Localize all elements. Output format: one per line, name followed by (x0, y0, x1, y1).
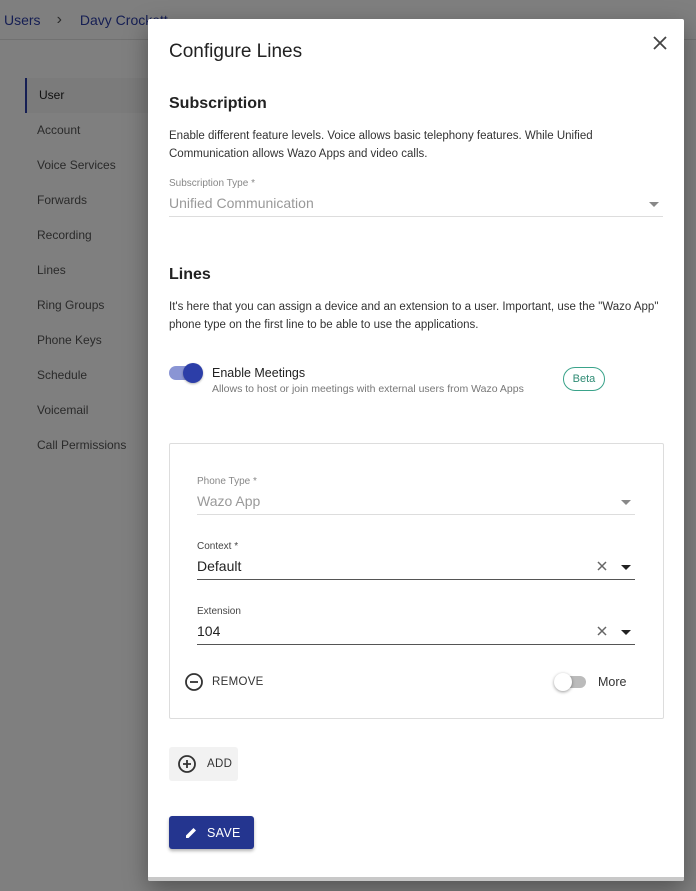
close-icon (653, 36, 667, 50)
context-value: Default (197, 558, 242, 574)
clear-icon[interactable] (595, 559, 609, 573)
subscription-heading: Subscription (169, 95, 267, 112)
minus-circle-icon (185, 673, 203, 691)
pencil-icon (186, 827, 196, 838)
more-toggle[interactable] (554, 673, 586, 691)
toggle-knob (554, 673, 572, 691)
add-label: ADD (207, 758, 233, 770)
lines-description: It's here that you can assign a device a… (169, 301, 659, 331)
subscription-type-field[interactable]: Subscription Type * Unified Communicatio… (169, 178, 663, 217)
extension-field[interactable]: Extension 104 (197, 606, 635, 645)
clear-icon[interactable] (595, 624, 609, 638)
extension-select[interactable]: 104 (197, 621, 635, 645)
dropdown-arrow-icon (621, 500, 631, 505)
toggle-knob (183, 363, 203, 383)
extension-label: Extension (197, 606, 241, 617)
phone-type-select[interactable]: Wazo App (197, 491, 635, 515)
close-button[interactable] (648, 31, 672, 55)
context-field[interactable]: Context * Default (197, 541, 635, 580)
remove-label: REMOVE (212, 676, 264, 688)
beta-badge: Beta (563, 367, 605, 391)
add-line-button[interactable]: ADD (169, 747, 238, 781)
save-label: SAVE (207, 825, 241, 840)
phone-type-label: Phone Type * (197, 476, 257, 487)
more-label: More (598, 675, 627, 689)
lines-heading: Lines (169, 266, 211, 283)
enable-meetings-label: Enable Meetings (212, 366, 306, 380)
dropdown-arrow-icon (649, 202, 659, 207)
subscription-type-select[interactable]: Unified Communication (169, 193, 663, 217)
subscription-description: Enable different feature levels. Voice a… (169, 130, 593, 160)
plus-circle-icon (178, 755, 196, 773)
phone-type-value: Wazo App (197, 493, 261, 509)
dropdown-arrow-icon[interactable] (621, 630, 631, 635)
horizontal-scrollbar[interactable] (148, 877, 684, 881)
remove-line-button[interactable]: REMOVE (184, 672, 264, 692)
save-button[interactable]: SAVE (169, 816, 254, 849)
phone-type-field[interactable]: Phone Type * Wazo App (197, 476, 635, 515)
configure-lines-dialog: Configure Lines Subscription Enable diff… (148, 19, 684, 881)
dropdown-arrow-icon[interactable] (621, 565, 631, 570)
enable-meetings-description: Allows to host or join meetings with ext… (212, 383, 524, 395)
subscription-type-label: Subscription Type * (169, 178, 255, 189)
extension-value: 104 (197, 623, 221, 639)
dialog-title: Configure Lines (169, 41, 303, 62)
subscription-type-value: Unified Communication (169, 195, 314, 211)
enable-meetings-toggle[interactable] (169, 363, 203, 383)
context-select[interactable]: Default (197, 556, 635, 580)
context-label: Context * (197, 541, 239, 552)
